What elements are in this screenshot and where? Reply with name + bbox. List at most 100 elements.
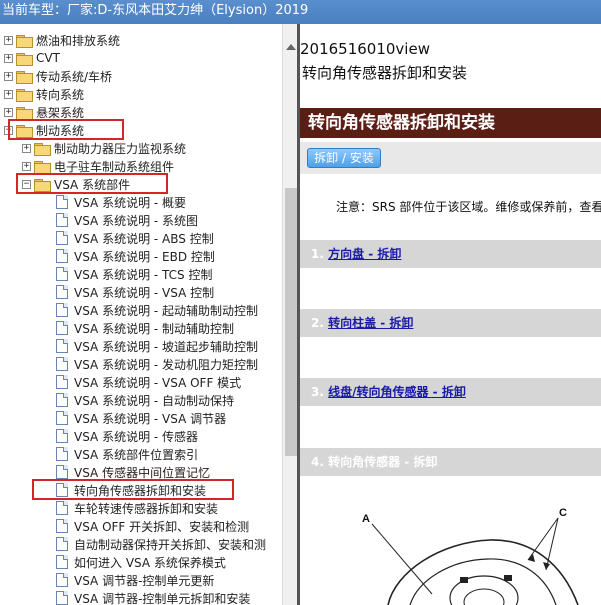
document-icon [56,555,68,569]
expand-icon[interactable]: + [22,143,31,153]
content-pane: 2016516010view 转向角传感器拆卸和安装 转向角传感器拆卸和安装 拆… [300,24,601,605]
tree-doc-item[interactable]: VSA 系统说明 - 起动辅助制动控制 [56,301,258,319]
tree-item-label: CVT [36,51,60,65]
folder-icon [34,142,51,156]
tree-doc-item[interactable]: VSA 系统说明 - 系统图 [56,211,198,229]
step-number: 4. [311,455,329,469]
srs-note: 注意：SRS 部件位于该区域。维修或保养前，查看 [336,200,601,214]
tree-doc-item[interactable]: 如何进入 VSA 系统保养模式 [56,553,226,571]
tree-doc-item[interactable]: VSA OFF 开关拆卸、安装和检测 [56,517,249,535]
tree-item-label: VSA 系统说明 - 概要 [74,195,187,210]
step-link[interactable]: 转向柱盖 - 拆卸 [328,316,413,330]
document-icon [56,393,68,407]
tree-folder-item[interactable]: + CVT [4,49,60,67]
step-row: 1. 方向盘 - 拆卸 [300,240,601,268]
step-row: 4. 转向角传感器 - 拆卸 [300,448,601,476]
tree-doc-item[interactable]: VSA 系统说明 - VSA OFF 模式 [56,373,241,391]
folder-icon [16,88,33,102]
document-icon [56,213,68,227]
expand-icon[interactable]: + [4,35,13,45]
document-icon [56,249,68,263]
document-icon [56,429,68,443]
step-number: 2. [311,316,329,330]
tree-doc-item[interactable]: VSA 系统说明 - TCS 控制 [56,265,212,283]
tree-item-label: VSA 系统说明 - VSA 调节器 [74,411,227,426]
folder-icon [16,52,33,66]
tree-item-label: VSA 系统说明 - 发动机阻力矩控制 [74,357,259,372]
tree-item-label: VSA 系统说明 - 坡道起步辅助控制 [74,339,259,354]
tree-doc-item[interactable]: VSA 系统说明 - ABS 控制 [56,229,214,247]
title-bar: 当前车型：厂家:D-东风本田艾力绅（Elysion）2019 [0,0,601,24]
tree-item-label: 自动制动器保持开关拆卸、安装和测 [74,537,267,552]
highlight-box-selected [32,479,234,500]
tree-folder-item[interactable]: + 制动助力器压力监视系统 [22,139,186,157]
expand-icon[interactable]: + [4,53,13,63]
tab-bar: 拆卸 / 安装 [300,142,601,174]
tree-item-label: VSA 系统说明 - 自动制动保持 [74,393,235,408]
tree-item-label: VSA 系统说明 - EBD 控制 [74,249,215,264]
tree-item-label: VSA 系统说明 - TCS 控制 [74,267,213,282]
tree-item-label: VSA OFF 开关拆卸、安装和检测 [74,519,250,534]
step-number: 3. [311,385,329,399]
tree-doc-item[interactable]: VSA 系统说明 - 坡道起步辅助控制 [56,337,258,355]
document-icon [56,375,68,389]
tree-item-label: 传动系统/车桥 [36,69,113,84]
tree-doc-item[interactable]: VSA 系统说明 - VSA 控制 [56,283,214,301]
figure-label-a: A [362,513,370,525]
document-icon [56,447,68,461]
tree-doc-item[interactable]: VSA 系统说明 - 自动制动保持 [56,391,234,409]
tree-item-label: VSA 调节器-控制单元更新 [74,573,215,588]
tree-item-label: VSA 系统说明 - 系统图 [74,213,199,228]
expand-icon[interactable]: + [22,161,31,171]
tree-doc-item[interactable]: VSA 系统说明 - 传感器 [56,427,198,445]
scroll-up-arrow-icon[interactable] [286,44,296,50]
tree-doc-item[interactable]: VSA 系统说明 - VSA 调节器 [56,409,226,427]
tree-item-label: VSA 系统说明 - ABS 控制 [74,231,214,246]
expand-icon[interactable]: + [4,107,13,117]
tree-item-label: 车轮转速传感器拆卸和安装 [74,501,219,516]
expand-icon[interactable]: + [4,71,13,81]
tree-item-label: 如何进入 VSA 系统保养模式 [74,555,226,570]
highlight-box-braking [8,119,124,140]
tree-doc-item[interactable]: VSA 系统说明 - EBD 控制 [56,247,215,265]
navigation-pane: + 燃油和排放系统 + CVT + 传动系统/车桥 + 转向系统 + 悬架系统 − 制动系统 + 制动助力… [0,24,298,605]
expand-icon[interactable]: + [4,89,13,99]
step-text: 转向角传感器 - 拆卸 [328,455,438,469]
tree-doc-item[interactable]: VSA 系统部件位置索引 [56,445,198,463]
document-icon [56,285,68,299]
tree-item-label: VSA 系统说明 - VSA 控制 [74,285,215,300]
tree-item-label: 制动助力器压力监视系统 [54,141,187,156]
tree-doc-item[interactable]: 自动制动器保持开关拆卸、安装和测 [56,535,266,553]
vehicle-name: 厂家:D-东风本田艾力绅（Elysion）2019 [67,3,309,18]
document-icon [56,231,68,245]
tab-remove-install[interactable]: 拆卸 / 安装 [307,148,381,168]
tree-doc-item[interactable]: 车轮转速传感器拆卸和安装 [56,499,218,517]
folder-icon [16,34,33,48]
figure-label-c: C [559,507,567,519]
tree-doc-item[interactable]: VSA 系统说明 - 概要 [56,193,186,211]
step-link[interactable]: 线盘/转向角传感器 - 拆卸 [328,385,466,399]
document-title: 转向角传感器拆卸和安装 [302,64,468,82]
tree-doc-item[interactable]: VSA 系统说明 - 制动辅助控制 [56,319,234,337]
tree-item-label: VSA 系统部件位置索引 [74,447,199,462]
tree-scrollbar[interactable] [282,24,298,605]
tree-view[interactable]: + 燃油和排放系统 + CVT + 传动系统/车桥 + 转向系统 + 悬架系统 − 制动系统 + 制动助力… [0,24,282,605]
tree-item-label: VSA 调节器-控制单元拆卸和安装 [74,591,251,605]
tree-item-label: VSA 系统说明 - VSA OFF 模式 [74,375,242,390]
tree-item-label: 悬架系统 [36,105,85,120]
scrollbar-thumb[interactable] [285,188,297,456]
tree-folder-item[interactable]: + 转向系统 [4,85,84,103]
tree-doc-item[interactable]: VSA 调节器-控制单元拆卸和安装 [56,589,250,605]
document-icon [56,303,68,317]
tree-folder-item[interactable]: + 传动系统/车桥 [4,67,112,85]
document-icon [56,591,68,605]
tree-folder-item[interactable]: + 燃油和排放系统 [4,31,120,49]
tree-doc-item[interactable]: VSA 调节器-控制单元更新 [56,571,214,589]
tree-item-label: VSA 系统说明 - 起动辅助制动控制 [74,303,259,318]
tree-doc-item[interactable]: VSA 系统说明 - 发动机阻力矩控制 [56,355,258,373]
document-id: 2016516010view [300,40,430,58]
step-row: 3. 线盘/转向角传感器 - 拆卸 [300,378,601,406]
step-link[interactable]: 方向盘 - 拆卸 [328,247,401,261]
section-heading: 转向角传感器拆卸和安装 [300,108,601,138]
document-icon [56,339,68,353]
